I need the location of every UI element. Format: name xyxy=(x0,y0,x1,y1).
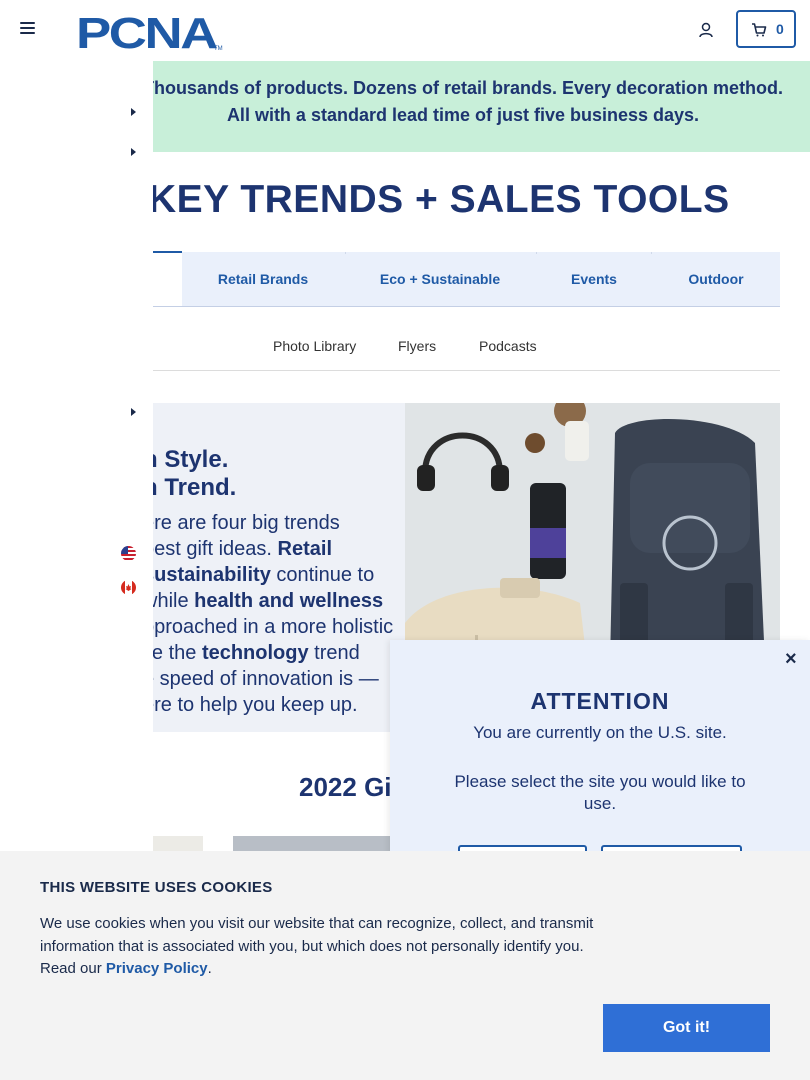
cookie-title: THIS WEBSITE USES COOKIES xyxy=(40,879,273,896)
link-flyers[interactable]: Flyers xyxy=(398,338,436,354)
user-icon[interactable] xyxy=(697,21,715,39)
link-podcasts[interactable]: Podcasts xyxy=(479,338,537,354)
tab-eco-sustainable[interactable]: Eco + Sustainable xyxy=(380,271,500,287)
promo-banner: Thousands of products. Dozens of retail … xyxy=(153,61,810,152)
modal-title: ATTENTION xyxy=(530,688,670,714)
tab-retail-brands[interactable]: Retail Brands xyxy=(218,271,308,287)
promo-banner-text: Thousands of products. Dozens of retail … xyxy=(153,78,784,125)
side-menu xyxy=(0,61,153,861)
logo-tm: TM xyxy=(214,46,223,52)
modal-instruction: Please select the site you would like to… xyxy=(454,772,746,813)
logo-text: PCNA xyxy=(76,10,217,52)
privacy-policy-link[interactable]: Privacy Policy xyxy=(106,960,208,977)
gifts-heading: 2022 Gi xyxy=(299,772,392,802)
tab-outdoor[interactable]: Outdoor xyxy=(688,271,743,287)
cart-icon xyxy=(752,23,767,37)
cart-button[interactable]: 0 xyxy=(736,10,796,48)
hero-body: ere are four big trends best gift ideas.… xyxy=(153,512,394,716)
hero-heading-line-1: n Style. xyxy=(153,446,229,473)
hero-text-panel: n Style. n Trend. ere are four big trend… xyxy=(153,403,405,732)
canada-flag-icon[interactable] xyxy=(121,580,136,595)
cookie-text: We use cookies when you visit our websit… xyxy=(40,915,594,977)
accept-cookies-button[interactable]: Got it! xyxy=(603,1004,770,1052)
link-photo-library[interactable]: Photo Library xyxy=(273,338,356,354)
chevron-right-icon[interactable] xyxy=(131,148,136,156)
divider xyxy=(153,370,780,371)
cookie-banner: THIS WEBSITE USES COOKIES We use cookies… xyxy=(0,851,810,1080)
hamburger-menu-icon[interactable] xyxy=(20,22,35,36)
hero-heading-line-2: n Trend. xyxy=(153,474,237,501)
chevron-right-icon[interactable] xyxy=(131,108,136,116)
pcna-logo[interactable]: PCNA TM xyxy=(76,9,226,58)
page-title: KEY TRENDS + SALES TOOLS xyxy=(148,178,730,221)
us-flag-icon[interactable] xyxy=(121,546,136,561)
tab-events[interactable]: Events xyxy=(571,271,617,287)
cart-count: 0 xyxy=(776,21,784,37)
chevron-right-icon[interactable] xyxy=(131,408,136,416)
tab-active[interactable] xyxy=(153,252,182,306)
site-header: PCNA TM 0 xyxy=(0,0,810,60)
modal-message: You are currently on the U.S. site. xyxy=(473,723,727,742)
close-icon[interactable]: × xyxy=(785,648,797,671)
tab-active-indicator xyxy=(153,251,182,253)
